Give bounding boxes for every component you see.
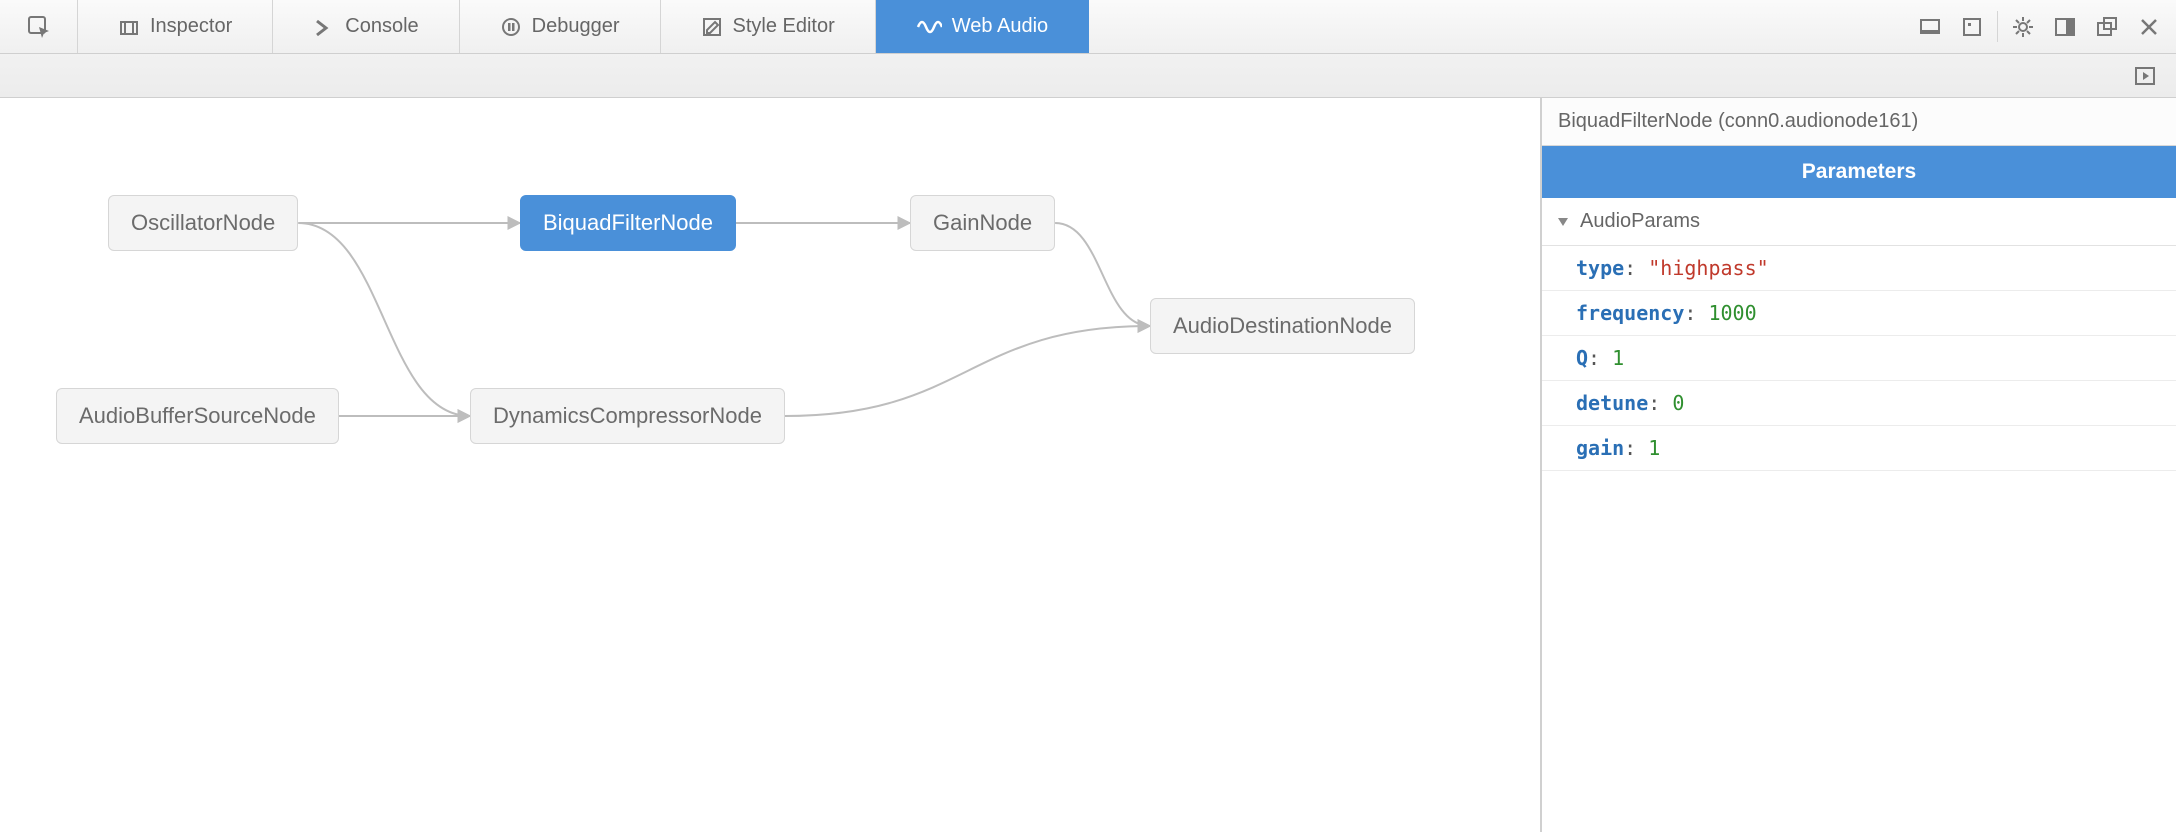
audio-node-osc[interactable]: OscillatorNode [108,195,298,251]
tab-console[interactable]: Console [273,0,459,53]
param-value: "highpass" [1648,256,1768,280]
detach-icon [2096,16,2118,38]
param-key: frequency [1576,301,1684,325]
param-colon: : [1648,391,1672,415]
inspector-section-header: Parameters [1542,146,2176,198]
param-list: type: "highpass"frequency: 1000Q: 1detun… [1542,246,2176,471]
param-value: 0 [1672,391,1684,415]
audio-node-inspector: BiquadFilterNode (conn0.audionode161) Pa… [1541,98,2176,832]
close-icon [2140,18,2158,36]
console-icon [313,16,335,38]
style-editor-icon [701,16,723,38]
tab-label: Web Audio [952,15,1048,38]
audio-graph-pane[interactable]: OscillatorNode BiquadFilterNode GainNode Au… [0,98,1541,832]
audio-node-abuf[interactable]: AudioBufferSourceNode [56,388,339,444]
param-row-type[interactable]: type: "highpass" [1542,246,2176,291]
param-key: detune [1576,391,1648,415]
gear-icon [2012,16,2034,38]
param-colon: : [1588,346,1612,370]
tab-label: Inspector [150,15,232,38]
param-colon: : [1624,436,1648,460]
devtools-toolbar: Inspector Console Debugger Style Editor … [0,0,2176,54]
tab-label: Console [345,15,418,38]
param-row-gain[interactable]: gain: 1 [1542,426,2176,471]
toolbar-right-icons [1903,0,2176,53]
tab-label: Style Editor [733,15,835,38]
devtools-tabs: Inspector Console Debugger Style Editor … [78,0,1903,53]
param-key: Q [1576,346,1588,370]
param-key: type [1576,256,1624,280]
responsive-icon [1919,16,1941,38]
param-key: gain [1576,436,1624,460]
param-row-frequency[interactable]: frequency: 1000 [1542,291,2176,336]
param-colon: : [1684,301,1708,325]
param-row-q[interactable]: Q: 1 [1542,336,2176,381]
collapse-pane-icon [2134,65,2156,87]
element-picker-icon [26,14,52,40]
webaudio-subbar [0,54,2176,98]
tab-web-audio[interactable]: Web Audio [876,0,1089,53]
scratchpad-button[interactable] [1951,0,1993,53]
detach-window-button[interactable] [2086,0,2128,53]
scratchpad-icon [1961,16,1983,38]
dock-side-button[interactable] [2044,0,2086,53]
param-value: 1 [1648,436,1660,460]
disclosure-triangle-icon [1556,215,1570,229]
param-value: 1 [1612,346,1624,370]
param-value: 1000 [1708,301,1756,325]
audio-node-dyn[interactable]: DynamicsCompressorNode [470,388,785,444]
tab-style-editor[interactable]: Style Editor [661,0,876,53]
audio-node-gain[interactable]: GainNode [910,195,1055,251]
param-row-detune[interactable]: detune: 0 [1542,381,2176,426]
audioparams-section-toggle[interactable]: AudioParams [1542,198,2176,246]
webaudio-main: OscillatorNode BiquadFilterNode GainNode Au… [0,98,2176,832]
element-picker-button[interactable] [0,0,78,53]
tab-label: Debugger [532,15,620,38]
dock-side-icon [2054,16,2076,38]
inspector-icon [118,16,140,38]
separator [1997,11,1998,43]
tab-debugger[interactable]: Debugger [460,0,661,53]
inspector-node-title: BiquadFilterNode (conn0.audionode161) [1542,98,2176,146]
toggle-inspector-pane-button[interactable] [2128,59,2162,93]
audio-node-dest[interactable]: AudioDestinationNode [1150,298,1415,354]
responsive-design-button[interactable] [1909,0,1951,53]
web-audio-icon [916,16,942,38]
param-colon: : [1624,256,1648,280]
debugger-icon [500,16,522,38]
section-label: AudioParams [1580,210,1700,233]
audio-node-biquad[interactable]: BiquadFilterNode [520,195,736,251]
settings-button[interactable] [2002,0,2044,53]
close-devtools-button[interactable] [2128,0,2170,53]
tab-inspector[interactable]: Inspector [78,0,273,53]
